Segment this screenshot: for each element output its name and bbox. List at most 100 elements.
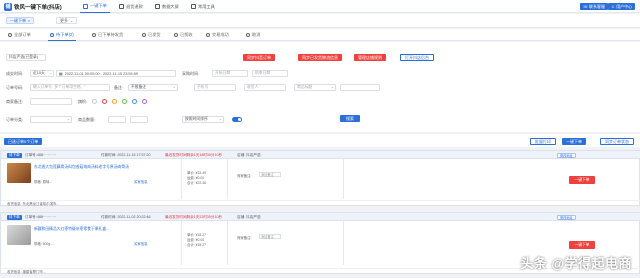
user-center-button[interactable]: ☺ 用户中心 [608, 3, 636, 10]
nav-tab-one-click[interactable]: 一键下单 [80, 0, 110, 13]
nav-tab-tools[interactable]: 常用工具 [188, 0, 218, 13]
open-shop-backend-button[interactable]: 打开抖店后台 [400, 54, 434, 61]
divider [181, 221, 182, 265]
product-sku: 规格: 原味... [34, 180, 53, 184]
flag-green-option[interactable] [122, 99, 127, 104]
flag-red-option[interactable] [102, 99, 107, 104]
tools-icon [191, 4, 196, 9]
one-click-order-button[interactable]: 一键下单 [569, 241, 595, 249]
edit-address-button[interactable]: 修改地址 [557, 152, 576, 158]
check-icon [206, 33, 210, 37]
order-no-label: 订单号: [25, 153, 37, 157]
qty-label: 商品数量: [78, 117, 96, 122]
order-status-tabs: 全部订单 待下单(2) 已下单待发货 已发货 已揽收 交易成功 取消 [0, 29, 640, 41]
order-status-tag: 待下单 [7, 152, 22, 158]
nav-tab-refund[interactable]: 退货退款 [116, 0, 146, 13]
top-nav: 铺 铁风一键下单(抖店) 一键下单 退货退款 数据大屏 常用工具 ☏ 联系客服 … [0, 0, 640, 13]
one-click-pill[interactable]: 一键下单 × [6, 17, 35, 24]
contact-support-button[interactable]: ☏ 联系客服 [580, 3, 609, 10]
divider [227, 159, 228, 199]
qty-max-input[interactable] [130, 116, 148, 123]
order-shop: 店铺: 抖店严选 [237, 153, 261, 157]
sort-select[interactable]: 按照时间排序 [182, 116, 224, 123]
receiver-input[interactable]: 收货人 [244, 84, 286, 91]
order-type-label: 订单分类: [6, 117, 24, 122]
shop-select[interactable]: 抖店严选(已登录) [6, 54, 46, 61]
buyer-remark-input[interactable] [30, 98, 72, 105]
calendar-icon: ▦ [59, 72, 63, 76]
qty-min-input[interactable] [108, 116, 126, 123]
order-shop: 店铺: 抖店严选 [237, 215, 261, 219]
tab-pending[interactable]: 待下单(2) [48, 29, 76, 41]
close-icon[interactable]: × [28, 18, 30, 23]
product-title-input[interactable] [340, 84, 380, 91]
order-no-input[interactable]: 输入订单号, 多个订单用空格、" [30, 84, 110, 91]
flag-none-option[interactable] [92, 99, 97, 104]
flag-orange-option[interactable] [112, 99, 117, 104]
tab-shipped[interactable]: 已发货 [140, 29, 163, 41]
order-footer: 收货信息: 东北黑龙江省哈尔滨市... [1, 200, 640, 206]
tab-collected[interactable]: 已揽收 [172, 29, 195, 41]
buyer-info-link[interactable]: 买家信息 [134, 179, 148, 184]
tab-completed[interactable]: 交易成功 [204, 29, 231, 41]
chart-icon [155, 4, 160, 9]
pay-start-input[interactable]: 开始日期 [212, 70, 248, 77]
add-remark-button[interactable]: 添加备注 [259, 234, 281, 239]
divider [181, 159, 182, 199]
list-icon [8, 33, 12, 37]
one-click-order-button[interactable]: 一键下单 [562, 138, 586, 145]
pay-end-input[interactable]: 结束日期 [252, 70, 288, 77]
product-title[interactable]: 新疆和田精品大红枣特级灰枣零食干果礼盒... [34, 227, 164, 232]
flag-purple-option[interactable] [142, 99, 147, 104]
tab-awaiting-ship[interactable]: 已下单待发货 [90, 29, 125, 41]
tab-all[interactable]: 全部订单 [6, 29, 33, 41]
time-range-input[interactable]: ▦ 2022-11-01 00:00:00 - 2022-11-15 23:59… [56, 70, 176, 77]
sort-toggle[interactable] [232, 117, 242, 122]
watermark: 头条 @学得起电商 [520, 256, 632, 271]
search-button[interactable]: 搜索 [340, 115, 360, 122]
product-thumbnail[interactable] [7, 225, 31, 245]
order-type-select[interactable] [30, 116, 72, 123]
clock-icon [50, 32, 54, 37]
refund-icon [119, 4, 124, 9]
remark-select[interactable]: 不限备注 [128, 84, 178, 91]
box-icon [92, 33, 96, 37]
sync-logistics-button[interactable]: 同步已发货物流信息 [298, 54, 342, 61]
product-title[interactable]: 东北香大包莲藕骨汤料包香菇炖肉汤料老字号原汤肉骨汤 [34, 165, 164, 170]
selected-count-badge[interactable]: 已选订单0个订单 [4, 138, 43, 145]
product-title-select[interactable]: 商品标题 [294, 84, 336, 91]
app-logo: 铺 铁风一键下单(抖店) [4, 2, 62, 11]
order-no[interactable]: 488··········· [37, 215, 56, 219]
cart-icon [83, 3, 88, 9]
remark-label: 备注: [114, 85, 124, 90]
more-dropdown[interactable]: 更多 ⌄ [56, 17, 78, 24]
batch-print-button[interactable]: 批量打印 [530, 138, 556, 145]
order-time-label: 成交时间: [6, 71, 24, 76]
product-thumbnail[interactable] [7, 163, 31, 183]
order-card: 待下单 订单号: 488··········· 付款时间: 2022-11-15… [0, 150, 640, 206]
order-header: 待下单 订单号: 488··········· 付款时间: 2022-11-02… [1, 213, 640, 221]
truck-icon [142, 33, 146, 37]
ship-deadline-warning: 最迟发货时间剩余1天18时35分10秒 [165, 153, 223, 157]
one-click-order-button[interactable]: 一键下单 [569, 176, 595, 184]
time-preset-select[interactable]: 近15天 [30, 70, 54, 77]
sync-status-button[interactable]: 同步订单状态 [600, 138, 634, 145]
divider [227, 221, 228, 265]
order-no-label: 订单号码: [6, 85, 24, 90]
order-no[interactable]: 488··········· [37, 153, 56, 157]
order-header: 待下单 订单号: 488··········· 付款时间: 2022-11-15… [1, 151, 640, 159]
sync-orders-button[interactable]: 同步抖音订单 [243, 54, 275, 61]
buyer-remark-label: 商家备注: [6, 99, 24, 104]
tab-cancelled[interactable]: 取消 [244, 29, 262, 41]
flag-blue-option[interactable] [132, 99, 137, 104]
buyer-info-link[interactable]: 买家信息 [134, 241, 148, 246]
manage-rules-button[interactable]: 管理店铺规则 [354, 54, 386, 61]
divider [343, 221, 344, 265]
edit-address-button[interactable]: 修改地址 [557, 214, 576, 220]
flag-label: 旗帜: [78, 99, 88, 104]
order-time: 付款时间: 2022-11-15 17:57:20 [101, 153, 151, 157]
add-remark-button[interactable]: 添加备注 [259, 172, 281, 177]
cancel-icon [246, 33, 250, 37]
nav-tab-dashboard[interactable]: 数据大屏 [152, 0, 182, 13]
phone-input[interactable]: 手机号 [194, 84, 236, 91]
